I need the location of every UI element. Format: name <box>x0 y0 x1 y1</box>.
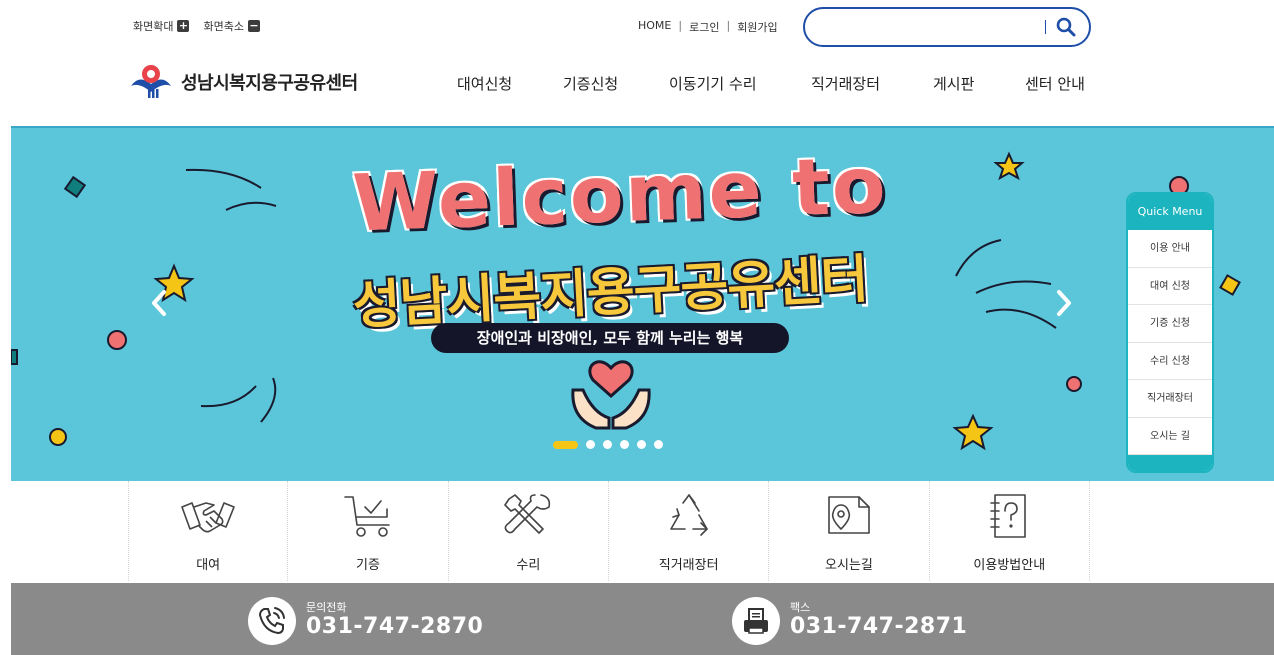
quick-menu-item-repair[interactable]: 수리 신청 <box>1128 343 1212 380</box>
nav-item-market[interactable]: 직거래장터 <box>811 73 880 94</box>
minus-icon: − <box>247 19 260 32</box>
service-label: 수리 <box>516 558 541 573</box>
phone-label: 문의전화 <box>306 601 347 614</box>
quick-menu-item-market[interactable]: 직거래장터 <box>1128 380 1212 418</box>
quick-menu-title: Quick Menu <box>1128 194 1212 230</box>
phone-icon <box>248 597 296 645</box>
service-shortcuts: 대여 기증 수리 직거래장터 오시는길 이용방법안내 <box>128 481 1090 581</box>
service-donation[interactable]: 기증 <box>288 481 449 581</box>
zoom-in-label: 화면확대 <box>133 20 174 33</box>
quick-menu-item-guide[interactable]: 이용 안내 <box>1128 230 1212 268</box>
nav-item-donation[interactable]: 기증신청 <box>563 73 618 94</box>
service-label: 오시는길 <box>825 558 873 573</box>
logo-text: 성남시복지용구공유센터 <box>181 73 358 94</box>
utility-links: HOME | 로그인 | 회원가입 <box>638 19 778 35</box>
nav-item-board[interactable]: 게시판 <box>933 73 974 94</box>
slide-pagination <box>553 440 663 449</box>
search-icon[interactable] <box>1055 16 1077 38</box>
next-slide-arrow-icon[interactable] <box>1048 288 1078 318</box>
zoom-in-button[interactable]: 화면확대 + <box>133 18 190 34</box>
service-directions[interactable]: 오시는길 <box>769 481 930 581</box>
phone-contact: 문의전화 031-747-2870 <box>248 597 483 645</box>
join-link[interactable]: 회원가입 <box>737 19 777 35</box>
search-box <box>803 7 1091 47</box>
service-label: 기증 <box>356 558 380 573</box>
handshake-icon <box>181 502 235 533</box>
login-link[interactable]: 로그인 <box>689 19 719 35</box>
zoom-out-label: 화면축소 <box>203 20 244 33</box>
fax-label: 팩스 <box>790 601 811 614</box>
service-label: 대여 <box>196 558 221 573</box>
banner-slogan: 장애인과 비장애인, 모두 함께 누리는 행복 <box>431 323 789 353</box>
slide-dot[interactable] <box>603 440 612 449</box>
service-guide[interactable]: 이용방법안내 <box>930 481 1090 581</box>
service-label: 이용방법안내 <box>973 558 1046 573</box>
quick-menu-item-donation[interactable]: 기증 신청 <box>1128 305 1212 343</box>
slide-dot[interactable] <box>586 440 595 449</box>
service-repair[interactable]: 수리 <box>449 481 609 581</box>
quick-menu-footer <box>1128 455 1212 471</box>
cart-icon <box>344 496 390 537</box>
quick-menu: Quick Menu 이용 안내 대여 신청 기증 신청 수리 신청 직거래장터… <box>1126 192 1214 473</box>
fax-contact: 팩스 031-747-2871 <box>732 597 967 645</box>
recycle-icon <box>669 494 708 536</box>
service-market[interactable]: 직거래장터 <box>609 481 770 581</box>
search-input[interactable] <box>821 17 1031 37</box>
map-pin-icon <box>828 496 870 534</box>
fax-number: 031-747-2871 <box>790 614 968 639</box>
tools-icon <box>504 494 551 534</box>
service-rental[interactable]: 대여 <box>128 481 289 581</box>
home-link[interactable]: HOME <box>638 19 671 35</box>
slide-dot[interactable] <box>553 440 578 449</box>
separator: | <box>678 19 683 32</box>
slide-dot[interactable] <box>654 440 663 449</box>
nav-item-about[interactable]: 센터 안내 <box>1025 73 1085 94</box>
phone-number: 031-747-2870 <box>306 614 484 639</box>
logo-emblem-icon <box>129 60 173 104</box>
contact-bar: 문의전화 031-747-2870 팩스 031-747-2871 <box>11 583 1274 655</box>
service-label: 직거래장터 <box>658 558 719 573</box>
quick-menu-item-directions[interactable]: 오시는 길 <box>1128 418 1212 455</box>
zoom-out-button[interactable]: 화면축소 − <box>203 18 260 34</box>
slide-dot[interactable] <box>620 440 629 449</box>
nav-item-rental[interactable]: 대여신청 <box>457 73 512 94</box>
plus-icon: + <box>177 19 190 32</box>
site-logo[interactable]: 성남시복지용구공유센터 <box>129 60 358 104</box>
nav-item-repair[interactable]: 이동기기 수리 <box>669 73 757 94</box>
help-book-icon <box>990 494 1027 538</box>
quick-menu-item-rental[interactable]: 대여 신청 <box>1128 268 1212 305</box>
zoom-controls: 화면확대 + 화면축소 − <box>133 18 260 34</box>
prev-slide-arrow-icon[interactable] <box>145 288 175 318</box>
fax-icon <box>732 597 780 645</box>
separator: | <box>726 19 731 32</box>
slide-dot[interactable] <box>637 440 646 449</box>
search-divider <box>1045 20 1046 34</box>
